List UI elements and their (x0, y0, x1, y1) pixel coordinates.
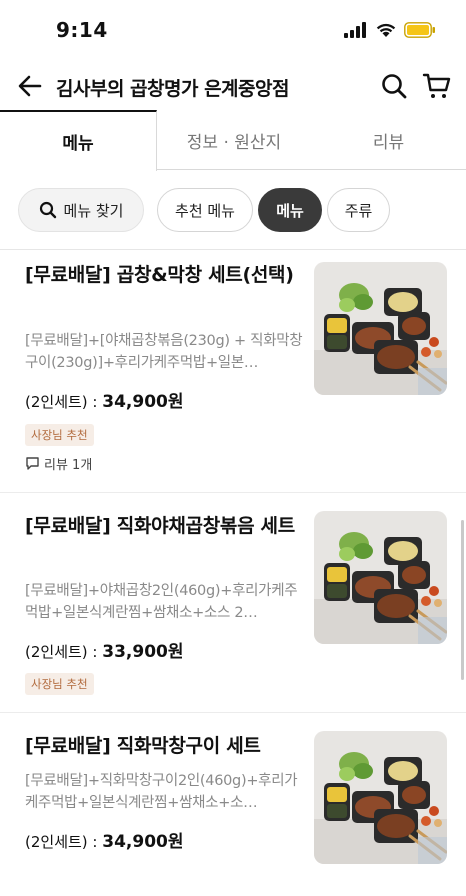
menu-item-description: [무료배달]+직화막창구이2인(460g)+후리가케주먹밥+일본식계란찜+쌈채소… (25, 773, 298, 811)
menu-item-price: (2인세트) : 34,900원 (25, 827, 184, 852)
search-icon[interactable] (380, 72, 408, 100)
cart-icon[interactable] (422, 71, 452, 101)
chip-recommended[interactable]: 추천 메뉴 (157, 188, 253, 232)
menu-item-price: (2인세트) : 33,900원 (25, 637, 184, 662)
menu-item-serving: (2인세트) : (25, 643, 98, 661)
signal-icon (344, 22, 366, 38)
menu-item-image (314, 262, 447, 395)
page-title: 김사부의 곱창명가 은계중앙점 (56, 78, 289, 100)
menu-item-name: [무료배달] 직화막창구이 세트 (25, 735, 261, 757)
menu-item-price-value: 33,900원 (102, 642, 184, 662)
status-icons (344, 22, 436, 38)
menu-search-label: 메뉴 찾기 (63, 201, 124, 220)
tab-reviews[interactable]: 리뷰 (311, 110, 466, 170)
menu-search-button[interactable]: 메뉴 찾기 (18, 188, 144, 232)
menu-item-name: [무료배달] 직화야채곱창볶음 세트 (25, 515, 295, 537)
menu-item-serving: (2인세트) : (25, 833, 98, 851)
search-icon (39, 201, 56, 219)
chip-drinks[interactable]: 주류 (327, 188, 390, 232)
tab-bar: 메뉴 정보 · 원산지 리뷰 (0, 110, 466, 171)
arrow-left-icon[interactable] (16, 72, 44, 100)
menu-item-price-value: 34,900원 (102, 392, 184, 412)
menu-item-description: [무료배달]+[야채곱창볶음(230g) + 직화막창구이(230g)]+후리가… (25, 333, 303, 371)
menu-item-price: (2인세트) : 34,900원 (25, 387, 184, 412)
menu-item-description: [무료배달]+야채곱창2인(460g)+후리가케주먹밥+일본식계란찜+쌈채소+소… (25, 583, 298, 621)
comment-icon (26, 457, 39, 470)
app-header: 김사부의 곱창명가 은계중앙점 (0, 62, 466, 112)
menu-item[interactable]: [무료배달] 곱창&막창 세트(선택) [무료배달]+[야채곱창볶음(230g)… (0, 250, 466, 492)
review-count: 리뷰 1개 (44, 458, 93, 473)
tab-menu[interactable]: 메뉴 (0, 110, 157, 171)
wifi-icon (376, 23, 396, 37)
tab-info[interactable]: 정보 · 원산지 (157, 110, 311, 170)
owner-recommend-badge: 사장님 추천 (25, 673, 94, 695)
menu-item-review: 리뷰 1개 (25, 454, 92, 473)
chip-menu[interactable]: 메뉴 (258, 188, 322, 232)
owner-recommend-badge: 사장님 추천 (25, 424, 94, 446)
menu-filter-chips: 메뉴 찾기 추천 메뉴 메뉴 주류 (0, 170, 466, 250)
menu-item[interactable]: [무료배달] 직화야채곱창볶음 세트 [무료배달]+야채곱창2인(460g)+후… (0, 493, 466, 712)
scrollbar[interactable] (461, 520, 464, 680)
battery-icon (404, 22, 435, 38)
menu-item-name: [무료배달] 곱창&막창 세트(선택) (25, 264, 294, 286)
menu-item[interactable]: [무료배달] 직화막창구이 세트 [무료배달]+직화막창구이2인(460g)+후… (0, 713, 466, 896)
status-bar: 9:14 (0, 0, 466, 62)
menu-item-image (314, 731, 447, 864)
status-time: 9:14 (56, 18, 108, 42)
menu-item-price-value: 34,900원 (102, 832, 184, 852)
menu-item-image (314, 511, 447, 644)
menu-item-serving: (2인세트) : (25, 393, 98, 411)
